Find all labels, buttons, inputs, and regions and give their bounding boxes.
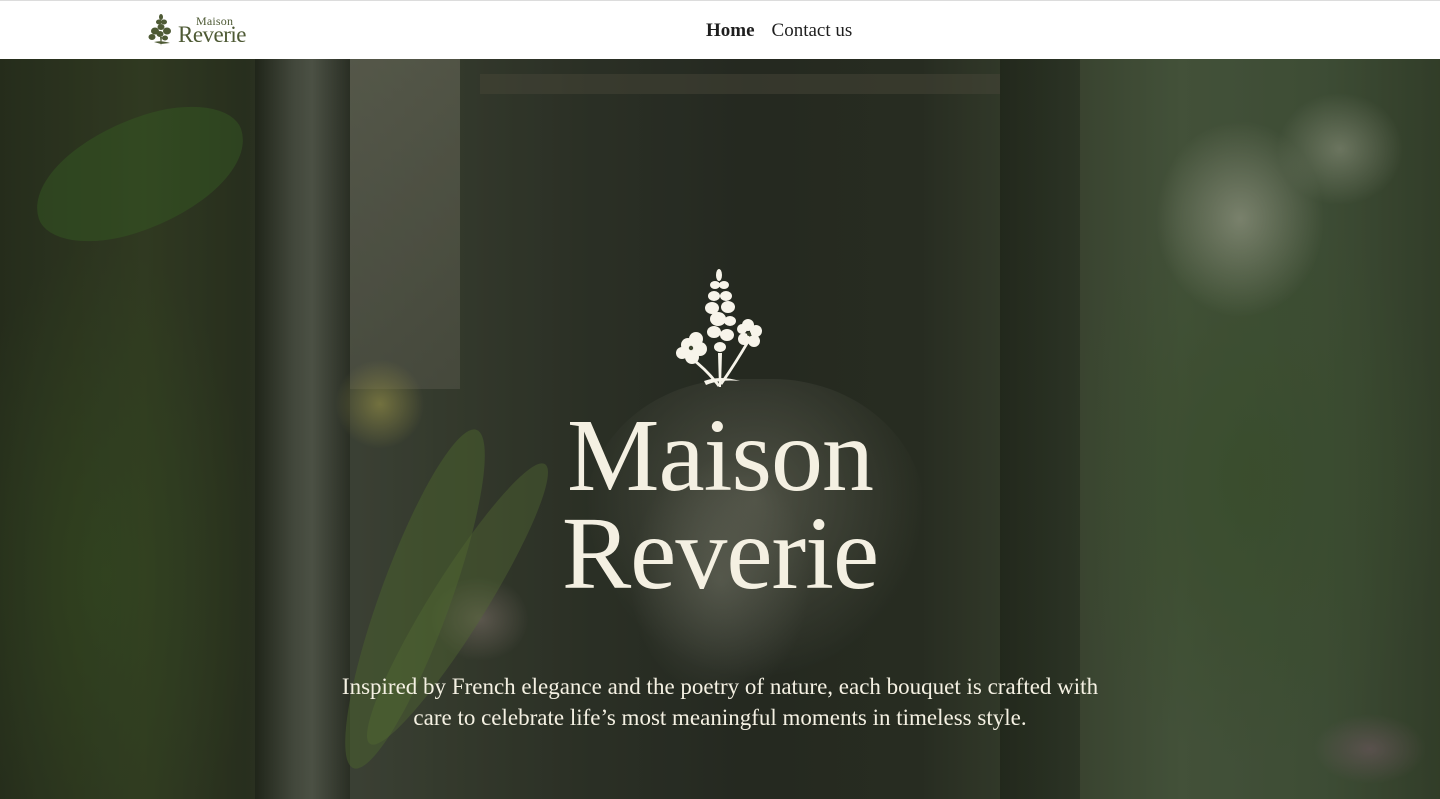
- hero-title-line1: Maison: [567, 398, 874, 513]
- hero-section: Maison Reverie Inspired by French elegan…: [0, 59, 1440, 799]
- hero-tagline: Inspired by French elegance and the poet…: [341, 674, 1099, 730]
- logo-text-reverie: Reverie: [178, 22, 247, 47]
- flower-bouquet-icon: [676, 269, 762, 387]
- flower-sprig-icon: [148, 14, 171, 46]
- hero-title: Maison Reverie: [520, 398, 920, 611]
- nav-home[interactable]: Home: [706, 19, 755, 43]
- logo-link[interactable]: Maison Reverie: [148, 11, 258, 51]
- hero-title-line2: Reverie: [561, 496, 879, 611]
- main-nav: Home Contact us: [706, 19, 852, 43]
- site-header: Maison Reverie Home Contact us: [0, 1, 1440, 59]
- nav-contact[interactable]: Contact us: [772, 19, 853, 43]
